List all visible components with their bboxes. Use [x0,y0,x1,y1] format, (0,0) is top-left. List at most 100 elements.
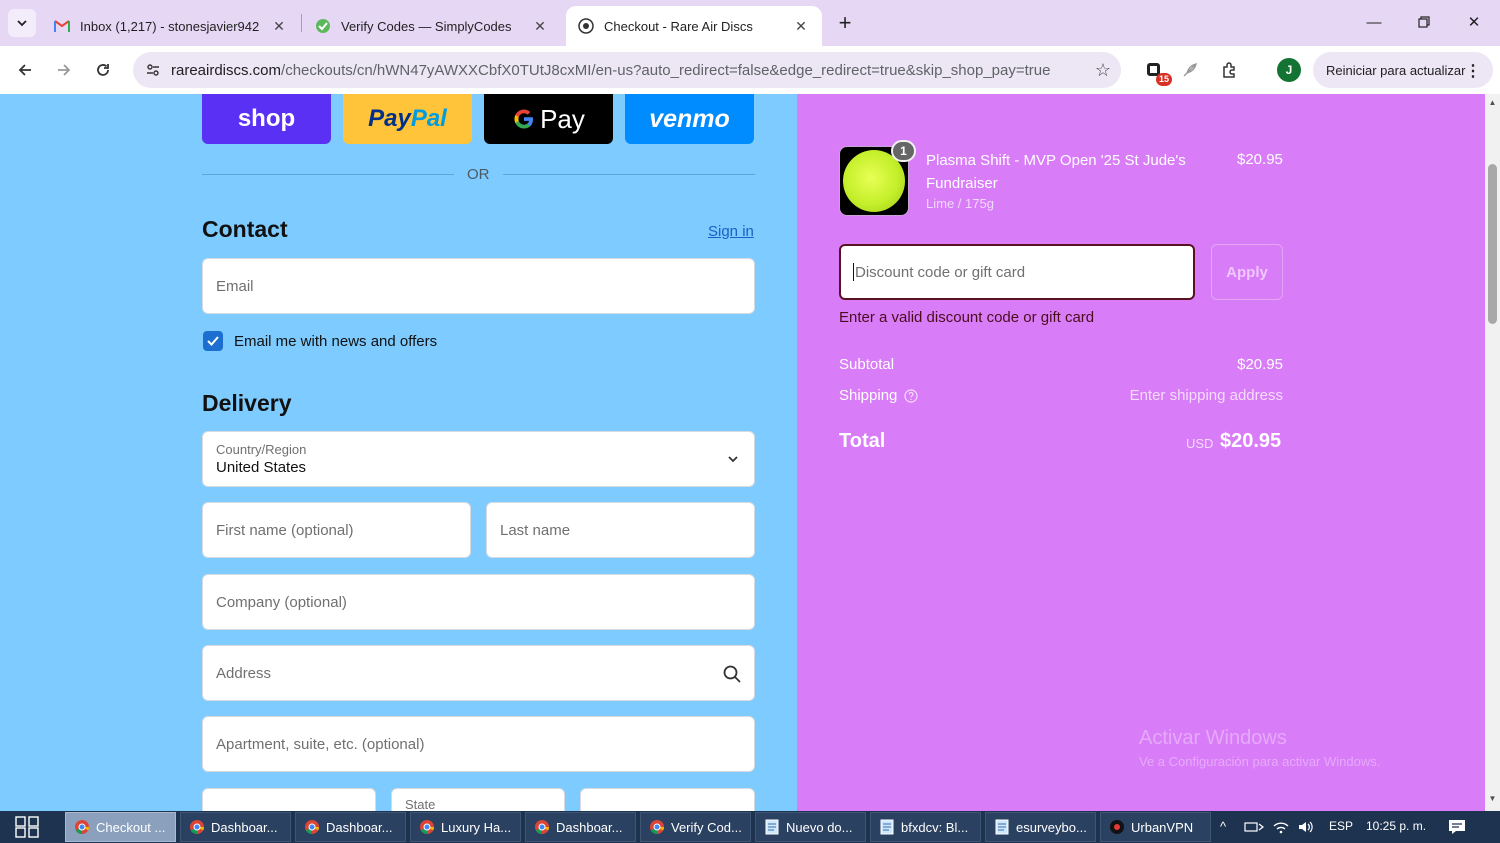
tray-chevron-up-icon[interactable]: ^ [1220,819,1226,834]
windows-activation-subtext: Ve a Configuración para activar Windows. [1139,754,1381,769]
paypal-button[interactable]: Pay Pal [343,94,472,144]
windows-taskbar: Checkout ... Dashboar... Dashboar... Lux… [0,811,1500,843]
paypal-label-a: Pay [368,105,411,132]
taskbar-label: Nuevo do... [786,819,853,835]
volume-icon[interactable] [1297,820,1315,834]
kebab-menu-icon[interactable]: ⋮ [1465,61,1481,81]
taskbar-label: bfxdcv: Bl... [901,819,969,835]
close-icon[interactable]: ✕ [270,17,288,35]
taskbar-label: Verify Cod... [671,819,742,835]
language-indicator[interactable]: ESP [1329,819,1353,833]
taskbar-item-verify[interactable]: Verify Cod... [640,812,751,842]
taskbar-item-urbanvpn[interactable]: UrbanVPN [1100,812,1211,842]
notepad-icon [880,819,894,835]
state-select[interactable]: State [391,788,565,811]
sign-in-link[interactable]: Sign in [708,223,754,240]
bookmark-star-icon[interactable]: ☆ [1085,52,1121,88]
help-circle-icon[interactable] [904,388,918,403]
order-summary-pane: 1 Plasma Shift - MVP Open '25 St Jude's … [797,94,1485,811]
chrome-icon [650,820,665,835]
back-button[interactable] [11,56,39,84]
scroll-down-arrow-icon[interactable]: ▼ [1488,794,1497,803]
taskbar-item-luxury[interactable]: Luxury Ha... [410,812,521,842]
checkout-form-pane: shop Pay Pal Pay venmo OR Contact Sign in… [0,94,797,811]
google-pay-label: Pay [540,103,585,134]
tab-title: Checkout - Rare Air Discs [604,18,753,34]
tab-simplycodes[interactable]: Verify Codes — SimplyCodes ✕ [303,6,561,46]
wifi-icon[interactable] [1272,820,1290,834]
last-name-field[interactable]: Last name [486,502,755,558]
update-button[interactable]: Reiniciar para actualizar ⋮ [1313,52,1493,88]
reload-button[interactable] [89,56,117,84]
minimize-button[interactable]: — [1354,8,1394,36]
scroll-up-arrow-icon[interactable]: ▲ [1488,98,1497,107]
discount-placeholder: Discount code or gift card [855,263,1026,281]
venmo-button[interactable]: venmo [625,94,754,144]
email-field[interactable]: Email [202,258,755,314]
country-select[interactable]: Country/Region United States [202,431,755,487]
discount-code-input[interactable]: Discount code or gift card [839,244,1195,300]
shop-pay-button[interactable]: shop [202,94,331,144]
taskbar-item-checkout[interactable]: Checkout ... [65,812,176,842]
venmo-label: venmo [649,104,730,133]
restore-button[interactable] [1404,8,1444,36]
taskbar-item-dashboard[interactable]: Dashboar... [295,812,406,842]
shipping-row: Shipping Enter shipping address [839,387,1283,404]
company-field[interactable]: Company (optional) [202,574,755,630]
clock[interactable]: 10:25 p. m. [1366,819,1426,833]
taskbar-label: Dashboar... [326,819,393,835]
new-tab-button[interactable]: + [832,10,858,36]
extension-button[interactable]: 15 [1140,56,1172,86]
close-window-button[interactable]: ✕ [1454,8,1494,36]
subtotal-row: Subtotal $20.95 [839,356,1283,373]
taskbar-item-notepad[interactable]: Nuevo do... [755,812,866,842]
tab-title: Verify Codes — SimplyCodes [341,18,512,34]
tab-checkout[interactable]: Checkout - Rare Air Discs ✕ [566,6,822,46]
first-name-field[interactable]: First name (optional) [202,502,471,558]
network-adapter-icon[interactable] [1244,820,1264,834]
close-icon[interactable]: ✕ [531,17,549,35]
state-label: State [405,797,436,811]
tab-title: Inbox (1,217) - stonesjavier942 [80,18,260,34]
city-field[interactable] [202,788,376,811]
profile-avatar[interactable]: J [1277,58,1301,82]
newsletter-checkbox[interactable] [203,331,223,351]
address-field[interactable]: Address [202,645,755,701]
taskbar-label: Dashboar... [211,819,278,835]
extension-feather-button[interactable] [1176,56,1204,84]
notification-icon[interactable] [1448,819,1466,835]
google-pay-button[interactable]: Pay [484,94,613,144]
close-icon[interactable]: ✕ [792,17,810,35]
taskbar-item-dashboard[interactable]: Dashboar... [180,812,291,842]
taskbar-item-dashboard[interactable]: Dashboar... [525,812,636,842]
apply-button[interactable]: Apply [1211,244,1283,300]
tab-search-button[interactable] [8,9,36,37]
extensions-menu-button[interactable] [1216,56,1244,84]
chevron-down-icon [728,456,738,463]
apartment-field[interactable]: Apartment, suite, etc. (optional) [202,716,755,772]
site-info-icon[interactable] [135,52,171,88]
taskbar-label: esurveybo... [1016,819,1087,835]
taskbar-item-notepad[interactable]: bfxdcv: Bl... [870,812,981,842]
scrollbar-thumb[interactable] [1488,164,1497,324]
product-name: Plasma Shift - MVP Open '25 St Jude's Fu… [926,152,1186,192]
last-name-placeholder: Last name [500,521,571,539]
page-scrollbar[interactable]: ▲ ▼ [1485,94,1500,811]
google-g-icon [514,109,534,129]
browser-toolbar: rareairdiscs.com/checkouts/cn/hWN47yAWXX… [0,46,1500,94]
taskbar-item-notepad[interactable]: esurveybo... [985,812,1096,842]
feather-icon [1183,63,1197,77]
total-value: $20.95 [1220,430,1282,452]
zip-field[interactable] [580,788,755,811]
address-bar[interactable]: rareairdiscs.com/checkouts/cn/hWN47yAWXX… [133,52,1121,88]
forward-button[interactable] [50,56,78,84]
url-path: /checkouts/cn/hWN47yAWXXCbfX0TUtJ8cxMI/e… [281,61,1051,79]
delivery-heading: Delivery [202,390,292,416]
start-grid-icon[interactable] [14,816,40,838]
shop-pay-label: shop [237,105,296,132]
taskbar-label: UrbanVPN [1131,819,1194,835]
chrome-icon [305,820,320,835]
total-label: Total [839,430,886,452]
tab-gmail[interactable]: Inbox (1,217) - stonesjavier942 ✕ [42,6,300,46]
rareair-icon [578,18,594,34]
